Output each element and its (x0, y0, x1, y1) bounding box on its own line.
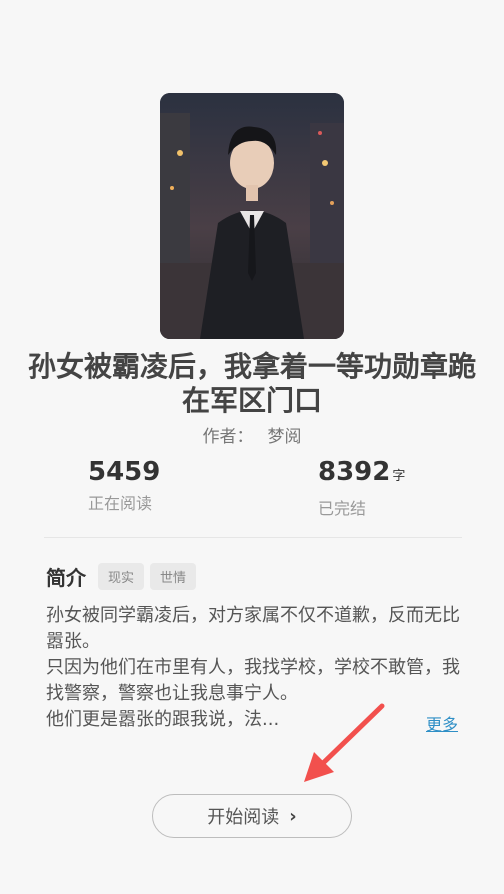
intro-line: 只因为他们在市里有人，我找学校，学校不敢管，我找警察，警察也让我息事宁人。 (46, 657, 460, 704)
reading-stat: 5459 正在阅读 (88, 457, 160, 514)
more-link[interactable]: 更多 (426, 711, 458, 735)
start-reading-button[interactable]: 开始阅读 › (152, 794, 352, 838)
word-unit: 字 (392, 469, 406, 484)
word-count: 8392 (318, 457, 391, 487)
status-label: 已完结 (318, 499, 367, 518)
intro-line: 他们更是嚣张的跟我说，法... (46, 709, 280, 730)
intro-text: 孙女被同学霸凌后，对方家属不仅不道歉，反而无比嚣张。 只因为他们在市里有人，我找… (46, 603, 466, 733)
reading-count: 5459 (88, 457, 161, 487)
intro-heading: 简介 (46, 566, 86, 590)
start-reading-label: 开始阅读 (207, 807, 280, 828)
reading-label: 正在阅读 (88, 494, 153, 513)
intro-header: 简介 现实 世情 (46, 562, 202, 591)
chevron-right-icon: › (289, 805, 297, 827)
tag-realistic[interactable]: 现实 (98, 563, 145, 590)
book-detail-page: 孙女被霸凌后，我拿着一等功勋章跪在军区门口 作者： 梦阅 5459 正在阅读 83… (0, 0, 504, 894)
cover-illustration (160, 93, 344, 339)
red-arrow-icon (304, 703, 385, 782)
author-row: 作者： 梦阅 (0, 422, 504, 447)
book-cover-image (160, 93, 344, 339)
author-label: 作者： (202, 427, 254, 447)
divider (44, 537, 462, 538)
author-name[interactable]: 梦阅 (268, 427, 302, 447)
book-title: 孙女被霸凌后，我拿着一等功勋章跪在军区门口 (27, 350, 476, 417)
intro-line: 孙女被同学霸凌后，对方家属不仅不道歉，反而无比嚣张。 (46, 605, 460, 652)
tag-society[interactable]: 世情 (150, 563, 197, 590)
word-stat: 8392 字 已完结 (318, 457, 405, 519)
